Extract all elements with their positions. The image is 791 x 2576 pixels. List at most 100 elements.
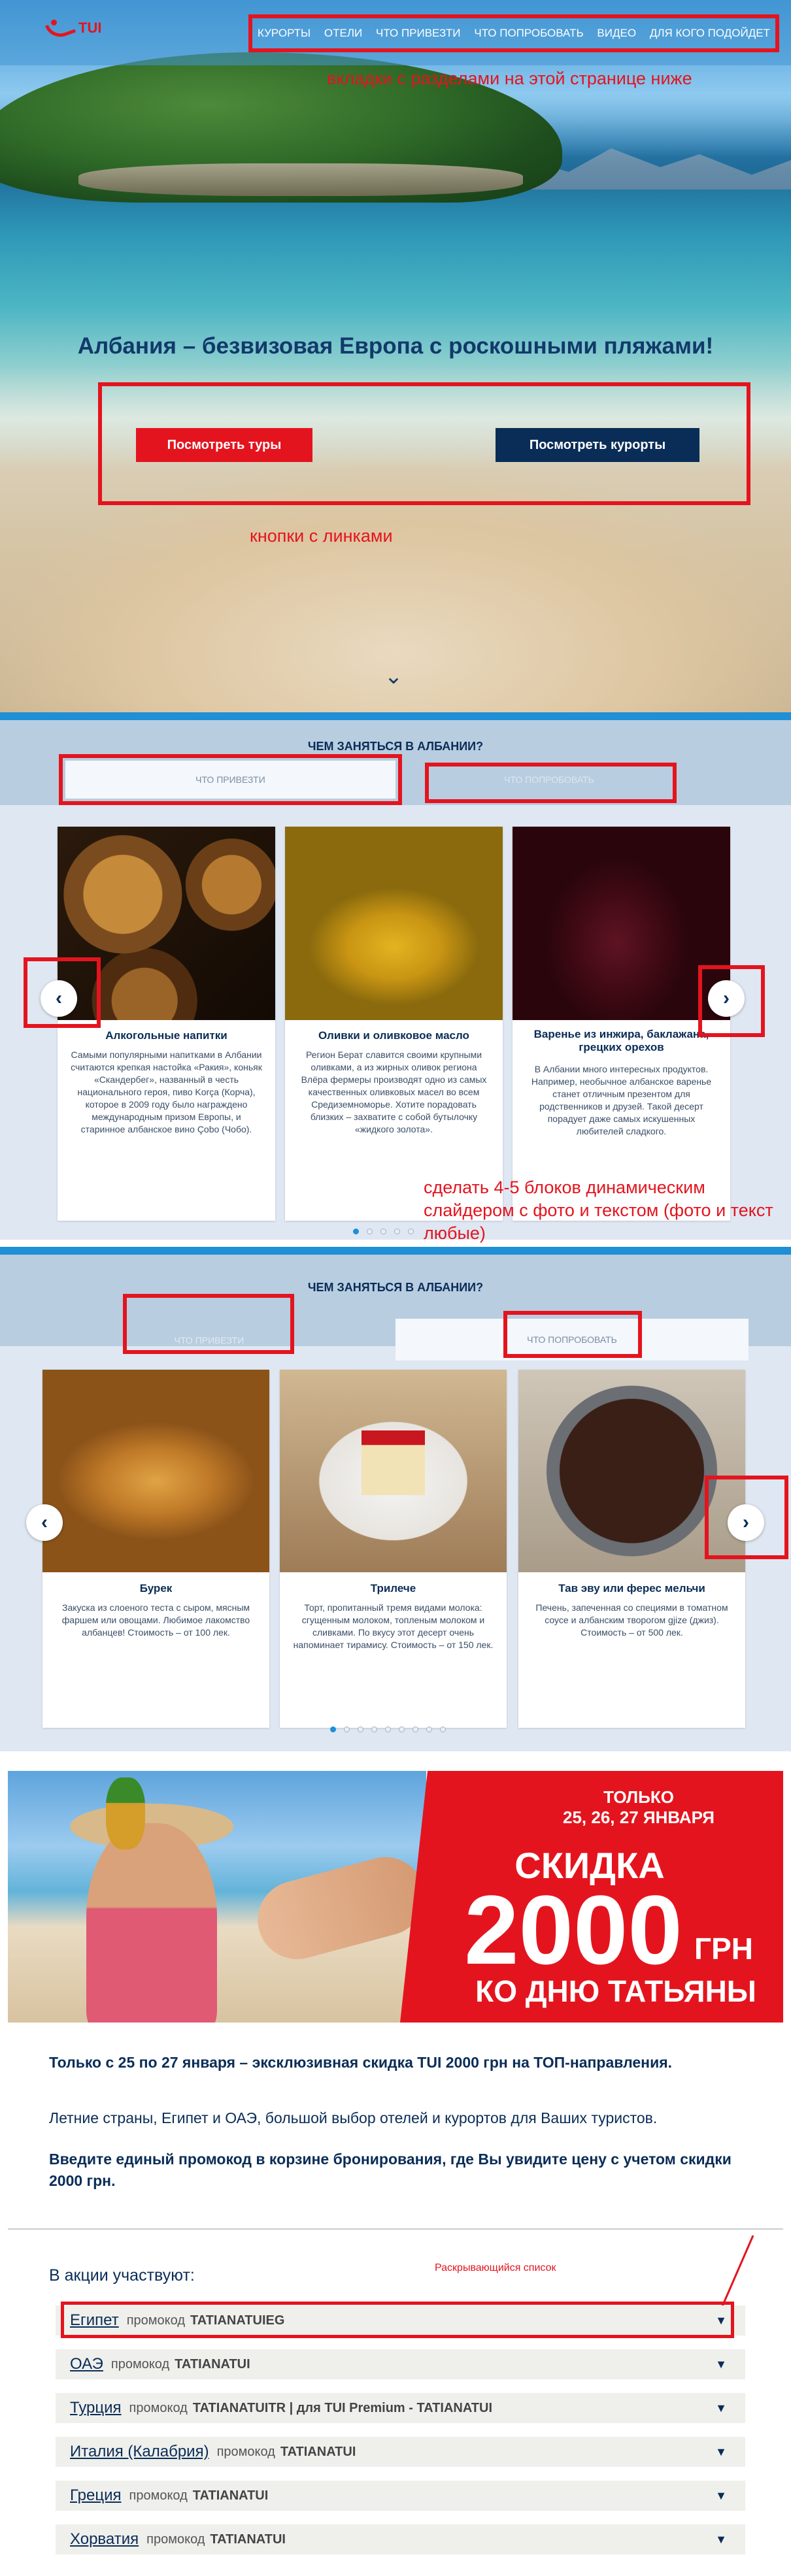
annotation-buttons-note: кнопки с линками — [250, 526, 393, 546]
country-name[interactable]: Хорватия — [70, 2530, 139, 2549]
pineapple-shape — [106, 1777, 145, 1849]
view-resorts-button[interactable]: Посмотреть курорты — [496, 428, 699, 462]
promo-dates: 25, 26, 27 ЯНВАРЯ — [563, 1808, 715, 1827]
slider-dot[interactable] — [440, 1726, 446, 1732]
chevron-down-icon[interactable]: ⌄ — [380, 663, 407, 689]
card-text: Регион Берат славится своими крупными ол… — [301, 1049, 487, 1134]
country-name[interactable]: Турция — [70, 2399, 122, 2417]
slide-card[interactable]: Трилече Торт, пропитанный тремя видами м… — [280, 1370, 507, 1728]
annotation-nav-note: вкладки с разделами на этой странице ниж… — [327, 69, 692, 88]
slider-dot[interactable] — [380, 1229, 386, 1234]
expand-triangle-icon[interactable]: ▼ — [715, 2402, 727, 2415]
promo-label: промокод — [110, 2356, 170, 2371]
promo-code: TATIANATUI — [210, 2532, 286, 2547]
promo-code: TATIANATUI — [280, 2444, 356, 2459]
annotation-box-tab-bring — [123, 1294, 294, 1354]
card-text: Закуска из слоеного теста с сыром, мясны… — [61, 1602, 250, 1638]
card-title: Трилече — [370, 1582, 416, 1594]
section-divider — [0, 1247, 791, 1255]
promo-label: промокод — [129, 2488, 188, 2503]
annotation-dropdown-note: Раскрывающийся список — [435, 2262, 556, 2273]
section-divider — [0, 712, 791, 720]
promo-amount: 2000 — [464, 1875, 682, 1985]
expand-triangle-icon[interactable]: ▼ — [715, 2445, 727, 2459]
annotation-box-dropdown — [61, 2302, 734, 2338]
slider-dot[interactable] — [367, 1229, 373, 1234]
promo-code: TATIANATUI — [175, 2356, 250, 2371]
country-accordion-row[interactable]: Хорватия промокод TATIANATUI ▼ — [56, 2524, 745, 2554]
card-title: Тав эву или ферес мельчи — [558, 1582, 705, 1594]
expand-triangle-icon[interactable]: ▼ — [715, 2533, 727, 2547]
section-title: ЧЕМ ЗАНЯТЬСЯ В АЛБАНИИ? — [307, 740, 484, 753]
country-accordion-row[interactable]: Турция промокод TATIANATUITR | для TUI Pre… — [56, 2393, 745, 2423]
slider-dot[interactable] — [426, 1726, 432, 1732]
section-title: ЧЕМ ЗАНЯТЬСЯ В АЛБАНИИ? — [307, 1281, 484, 1294]
slider-dot[interactable] — [412, 1726, 418, 1732]
country-name[interactable]: ОАЭ — [70, 2355, 103, 2373]
slide-card[interactable]: Бурек Закуска из слоеного теста с сыром,… — [42, 1370, 269, 1728]
promo-occasion: КО ДНЮ ТАТЬЯНЫ — [475, 1974, 756, 2008]
slider-dot[interactable] — [344, 1726, 350, 1732]
card-photo-trilece — [280, 1370, 507, 1572]
country-name[interactable]: Италия (Калабрия) — [70, 2443, 209, 2461]
promo-text-2: Летние страны, Египет и ОАЭ, большой выб… — [49, 2109, 658, 2126]
card-photo-olive-oil — [285, 827, 503, 1020]
logo-text: TUI — [78, 20, 102, 36]
promo-label: промокод — [146, 2532, 205, 2547]
card-photo-burek — [42, 1370, 269, 1572]
tui-logo[interactable]: TUI — [47, 18, 101, 38]
promo-photo — [8, 1771, 434, 2023]
annotation-slider-note-1: сделать 4-5 блоков динамическим — [424, 1178, 705, 1197]
hero-title: Албания – безвизовая Европа с роскошными… — [77, 333, 714, 359]
promo-code: TATIANATUI — [192, 2488, 269, 2503]
card-text: В Албании много интересных продуктов. На… — [531, 1064, 712, 1136]
card-title: Бурек — [139, 1582, 173, 1594]
slider-dot[interactable] — [371, 1726, 377, 1732]
hand-shape — [248, 1848, 434, 1968]
country-accordion-row[interactable]: Греция промокод TATIANATUI ▼ — [56, 2481, 745, 2511]
slide-card[interactable]: Оливки и оливковое масло Регион Берат сл… — [285, 827, 503, 1221]
slider-dot[interactable] — [330, 1726, 336, 1732]
promo-label: промокод — [129, 2400, 188, 2415]
expand-triangle-icon[interactable]: ▼ — [715, 2358, 727, 2371]
person-shape — [86, 1823, 217, 2023]
tui-smile-icon — [47, 18, 75, 38]
view-tours-button[interactable]: Посмотреть туры — [136, 428, 312, 462]
annotation-box-tab-try — [425, 763, 677, 803]
country-name[interactable]: Греция — [70, 2486, 122, 2505]
slider-dot[interactable] — [353, 1229, 359, 1234]
card-title: Алкогольные напитки — [105, 1029, 227, 1042]
slider-prev-button[interactable]: ‹ — [26, 1504, 63, 1541]
promo-label: промокод — [216, 2444, 275, 2459]
slider-dot[interactable] — [358, 1726, 363, 1732]
card-text: Самыми популярными напитками в Албании с… — [71, 1049, 262, 1134]
country-accordion-row[interactable]: Италия (Калабрия) промокод TATIANATUI ▼ — [56, 2437, 745, 2467]
slider-dots — [330, 1726, 446, 1732]
annotation-box-tab-try — [503, 1311, 642, 1358]
annotation-box-prev — [24, 957, 101, 1028]
slider-dot[interactable] — [394, 1229, 400, 1234]
slider-dots — [353, 1229, 414, 1234]
promo-code: TATIANATUITR | для TUI Premium - TATIANA… — [192, 2400, 493, 2415]
section-bring: ЧЕМ ЗАНЯТЬСЯ В АЛБАНИИ? ЧТО ПРИВЕЗТИ ЧТО… — [0, 720, 791, 1243]
slider-dot[interactable] — [399, 1726, 405, 1732]
slider-dot[interactable] — [408, 1229, 414, 1234]
promo-text-1: Только с 25 по 27 января – эксклюзивная … — [49, 2054, 673, 2071]
cake-slice — [361, 1430, 426, 1496]
divider — [8, 2228, 783, 2230]
promo-text-3: Введите единый промокод в корзине бронир… — [49, 2151, 732, 2189]
annotation-box-nav — [248, 14, 779, 52]
section-try: ЧЕМ ЗАНЯТЬСЯ В АЛБАНИИ? ЧТО ПРИВЕЗТИ ЧТО… — [0, 1255, 791, 1751]
card-text: Торт, пропитанный тремя видами молока: с… — [293, 1602, 494, 1650]
country-accordion-row[interactable]: ОАЭ промокод TATIANATUI ▼ — [56, 2349, 745, 2379]
annotation-box-next — [698, 965, 765, 1037]
annotation-slider-note-2: слайдером с фото и текстом (фото и текст — [424, 1200, 773, 1220]
card-title: Оливки и оливковое масло — [318, 1029, 469, 1042]
promo-currency: ГРН — [694, 1932, 753, 1966]
promo-only: ТОЛЬКО — [603, 1787, 674, 1807]
slider-dot[interactable] — [385, 1726, 391, 1732]
promo-banner[interactable]: ТОЛЬКО 25, 26, 27 ЯНВАРЯ СКИДКА 2000 ГРН… — [8, 1771, 783, 2023]
annotation-box-next — [705, 1476, 788, 1559]
annotation-slider-note-3: любые) — [424, 1223, 486, 1243]
expand-triangle-icon[interactable]: ▼ — [715, 2489, 727, 2503]
